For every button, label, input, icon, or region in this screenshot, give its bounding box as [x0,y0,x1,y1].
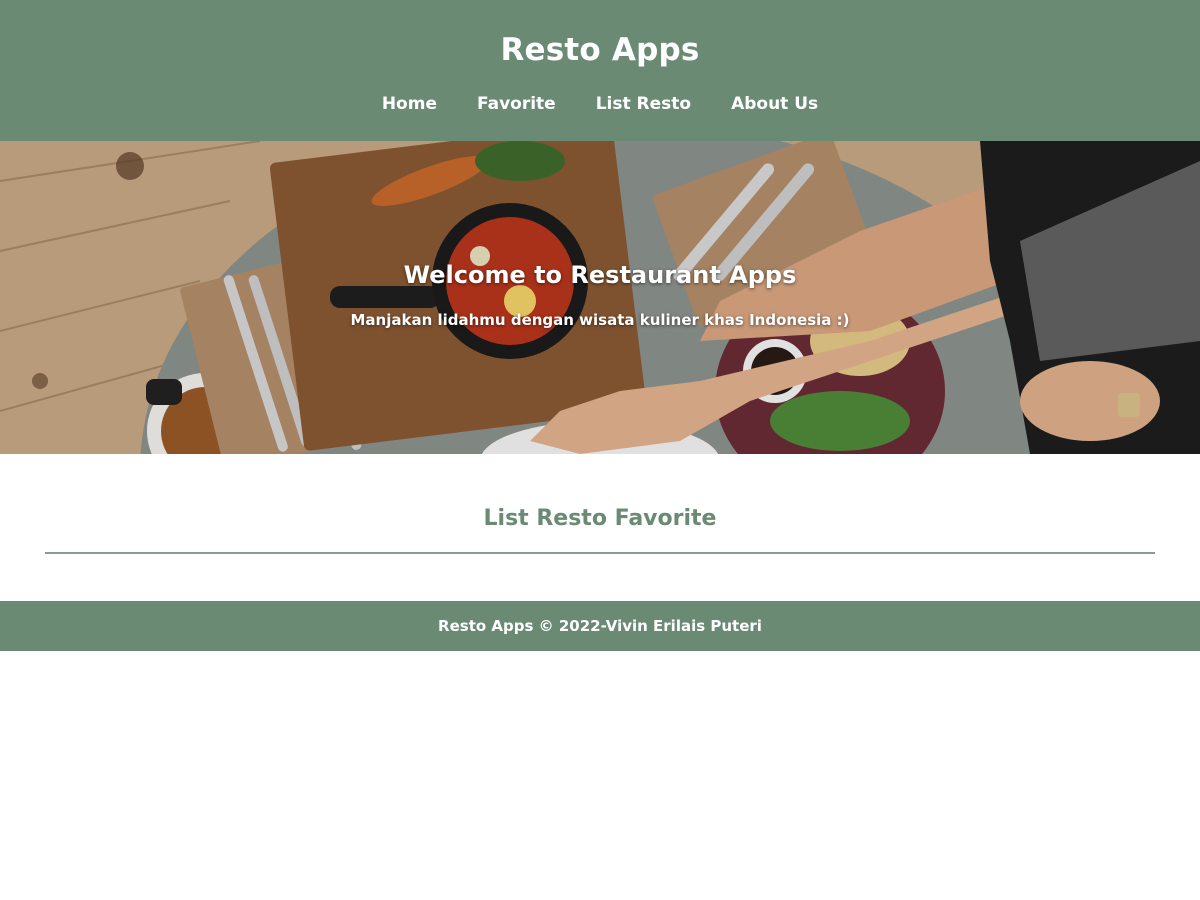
hero-title: Welcome to Restaurant Apps [403,261,797,289]
hero-banner: Welcome to Restaurant Apps Manjakan lida… [0,141,1200,454]
footer-text: Resto Apps © 2022-Vivin Erilais Puteri [438,617,762,635]
footer: Resto Apps © 2022-Vivin Erilais Puteri [0,601,1200,651]
nav-list-resto-link[interactable]: List Resto [576,90,711,118]
section-divider [45,552,1155,554]
main-nav: Home Favorite List Resto About Us [362,90,838,118]
nav-favorite-link[interactable]: Favorite [457,90,576,118]
hero-subtitle: Manjakan lidahmu dengan wisata kuliner k… [350,311,850,329]
app-title: Resto Apps [500,32,700,68]
app-header: Resto Apps Home Favorite List Resto Abou… [0,0,1200,141]
main-content: List Resto Favorite [0,454,1200,601]
hero-text: Welcome to Restaurant Apps Manjakan lida… [0,261,1200,329]
section-title: List Resto Favorite [483,506,717,531]
nav-about-us-link[interactable]: About Us [711,90,838,118]
nav-home-link[interactable]: Home [362,90,457,118]
